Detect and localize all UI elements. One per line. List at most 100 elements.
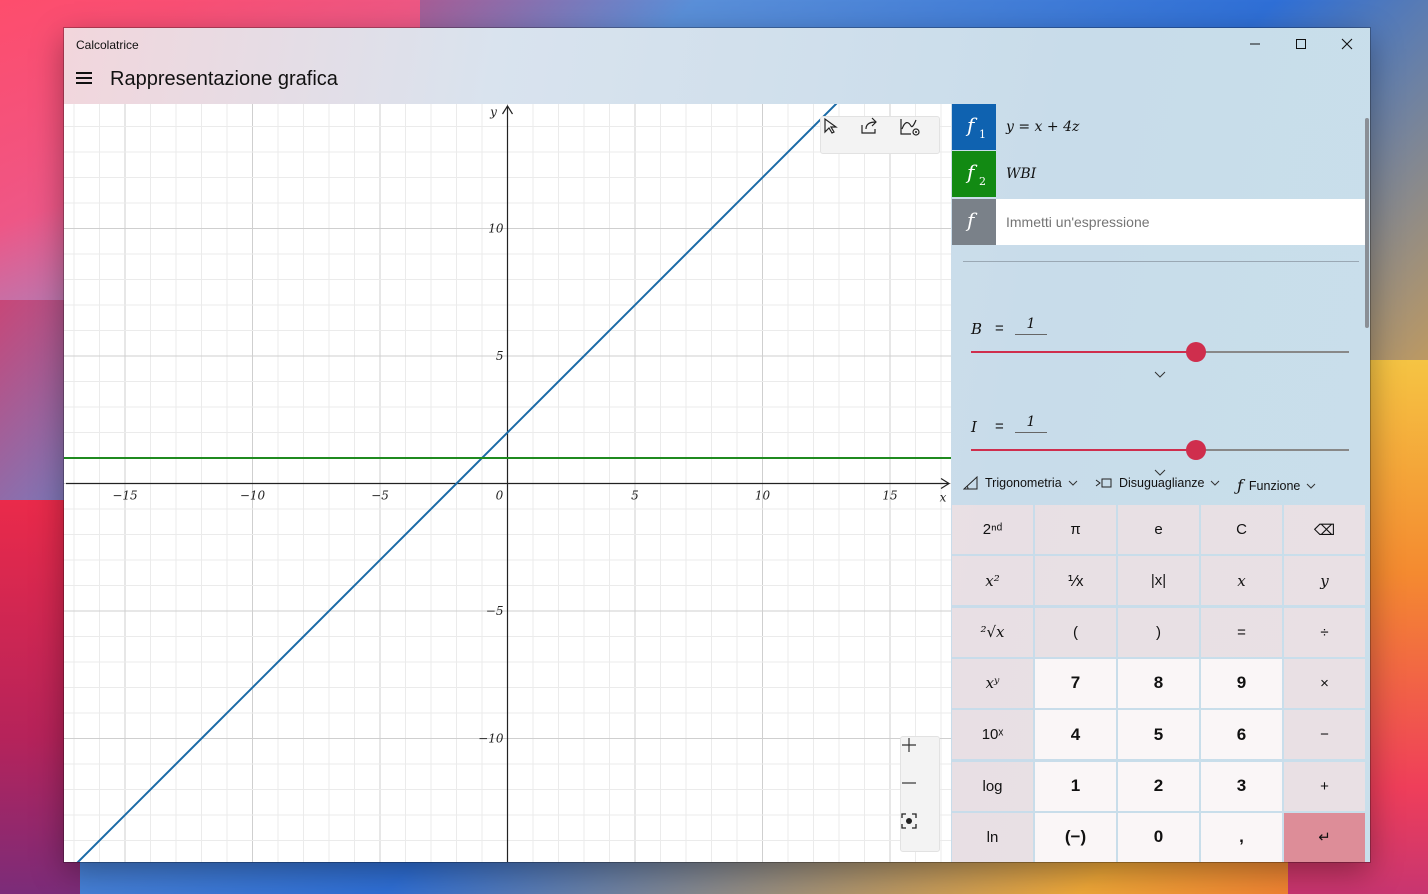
power-key[interactable]: xʸ — [952, 658, 1033, 708]
side-panel: f1 y = x + 4z f2 WBI f B = 1 — [951, 104, 1370, 862]
variable-value-input[interactable]: 1 — [1015, 414, 1047, 433]
inequalities-dropdown[interactable]: Disuguaglianze — [1095, 476, 1220, 490]
focus-icon — [901, 813, 917, 829]
x-tick-label: −5 — [371, 489, 389, 503]
y-tick-label: −10 — [478, 732, 504, 746]
log-key[interactable]: log — [952, 761, 1033, 811]
plus-icon — [902, 738, 916, 752]
y-axis-label: y — [489, 105, 497, 119]
zoom-controls — [900, 736, 940, 852]
divider — [963, 261, 1359, 262]
digit-4-key[interactable]: 4 — [1035, 710, 1116, 760]
function-expression[interactable]: WBI — [1006, 166, 1036, 182]
digit-8-key[interactable]: 8 — [1118, 658, 1199, 708]
minus-icon — [902, 782, 916, 784]
variable-slider[interactable] — [971, 342, 1349, 362]
open-paren-key[interactable]: ( — [1035, 607, 1116, 657]
reset-view-button[interactable] — [901, 813, 939, 851]
function-expression[interactable]: y = x + 4z — [1006, 119, 1079, 135]
pi-key[interactable]: π — [1035, 505, 1116, 554]
divide-key[interactable]: ÷ — [1284, 607, 1365, 657]
slider-thumb[interactable] — [1185, 440, 1206, 460]
equals-key[interactable]: = — [1201, 607, 1282, 657]
scrollbar[interactable] — [1365, 118, 1369, 328]
x-tick-label: 15 — [882, 489, 897, 503]
variable-slider[interactable] — [971, 440, 1349, 460]
decimal-key[interactable]: , — [1201, 812, 1282, 862]
app-title: Calcolatrice — [76, 38, 139, 52]
digit-3-key[interactable]: 3 — [1201, 761, 1282, 811]
hamburger-menu-icon[interactable] — [76, 72, 94, 86]
y-tick-label: −5 — [486, 604, 504, 618]
app-header: Rappresentazione grafica — [64, 60, 1370, 104]
digit-7-key[interactable]: 7 — [1035, 658, 1116, 708]
trace-button[interactable] — [821, 117, 859, 153]
multiply-key[interactable]: × — [1284, 658, 1365, 708]
negate-key[interactable]: (−) — [1035, 812, 1116, 862]
graph-options-button[interactable] — [899, 117, 937, 153]
x-tick-label: 5 — [631, 489, 639, 503]
digit-2-key[interactable]: 2 — [1118, 761, 1199, 811]
y-variable-key[interactable]: y — [1284, 556, 1365, 606]
square-root-key[interactable]: ²√x — [952, 607, 1033, 657]
category-label: Trigonometria — [985, 476, 1062, 490]
variable-value-input[interactable]: 1 — [1015, 316, 1047, 335]
function-color-badge[interactable]: f2 — [952, 151, 996, 197]
function-row-1[interactable]: f1 y = x + 4z — [952, 104, 1365, 150]
digit-0-key[interactable]: 0 — [1118, 812, 1199, 862]
x-tick-label: −15 — [112, 489, 137, 503]
x-tick-label: −10 — [240, 489, 266, 503]
chevron-down-icon — [1068, 480, 1078, 486]
digit-6-key[interactable]: 6 — [1201, 710, 1282, 760]
maximize-button[interactable] — [1278, 28, 1324, 60]
function-color-badge: f — [952, 199, 996, 245]
function-dropdown[interactable]: ƒ Funzione — [1237, 476, 1316, 495]
second-function-key[interactable]: 2ⁿᵈ — [952, 505, 1033, 554]
chevron-down-icon — [1307, 483, 1316, 489]
clear-key[interactable]: C — [1201, 505, 1282, 554]
subtract-key[interactable]: − — [1284, 710, 1365, 760]
ln-key[interactable]: ln — [952, 812, 1033, 862]
function-color-badge[interactable]: f1 — [952, 104, 996, 150]
add-key[interactable]: + — [1284, 761, 1365, 811]
equals-sign: = — [995, 320, 1004, 337]
share-button[interactable] — [860, 117, 898, 153]
close-button[interactable] — [1324, 28, 1370, 60]
keypad: 2ⁿᵈ π e C ⌫ x² ⅟x |x| x y ²√x() = ÷ xʸ 7 8 9 × 10ˣ 4 5 6− log 1… — [951, 504, 1369, 862]
inequality-icon — [1095, 478, 1112, 488]
minimize-button[interactable] — [1232, 28, 1278, 60]
category-label: Disuguaglianze — [1119, 476, 1205, 490]
digit-1-key[interactable]: 1 — [1035, 761, 1116, 811]
variable-b: B = 1 — [951, 302, 1365, 394]
enter-key[interactable]: ↵ — [1284, 812, 1365, 862]
graph-settings-icon — [900, 119, 920, 136]
x-tick-label: 0 — [496, 489, 504, 503]
expression-input[interactable] — [996, 199, 1366, 245]
zoom-out-button[interactable] — [901, 775, 939, 813]
minimize-icon — [1250, 43, 1260, 45]
reciprocal-key[interactable]: ⅟x — [1035, 556, 1116, 606]
cursor-icon — [824, 117, 838, 134]
e-key[interactable]: e — [1118, 505, 1199, 554]
square-key[interactable]: x² — [952, 556, 1033, 606]
backspace-key[interactable]: ⌫ — [1284, 505, 1365, 554]
y-tick-label: 10 — [488, 222, 504, 236]
function-icon: ƒ — [1237, 476, 1243, 495]
digit-5-key[interactable]: 5 — [1118, 710, 1199, 760]
close-paren-key[interactable]: ) — [1118, 607, 1199, 657]
graph-canvas[interactable]: x y −15 −10 −5 0 5 10 15 10 5 −5 −10 — [64, 104, 951, 862]
slider-thumb[interactable] — [1185, 342, 1206, 362]
x-variable-key[interactable]: x — [1201, 556, 1282, 606]
trigonometry-dropdown[interactable]: Trigonometria — [963, 476, 1078, 490]
ten-power-key[interactable]: 10ˣ — [952, 710, 1033, 760]
absolute-key[interactable]: |x| — [1118, 556, 1199, 606]
triangle-ruler-icon — [963, 476, 978, 490]
function-row-2[interactable]: f2 WBI — [952, 151, 1365, 197]
chevron-down-icon[interactable] — [1153, 370, 1167, 380]
function-row-new[interactable]: f — [952, 199, 1366, 245]
graph-plot[interactable]: x y −15 −10 −5 0 5 10 15 10 5 −5 −10 — [64, 104, 951, 862]
chevron-down-icon — [1211, 480, 1220, 486]
zoom-in-button[interactable] — [901, 737, 939, 775]
x-tick-label: 10 — [755, 489, 771, 503]
digit-9-key[interactable]: 9 — [1201, 658, 1282, 708]
